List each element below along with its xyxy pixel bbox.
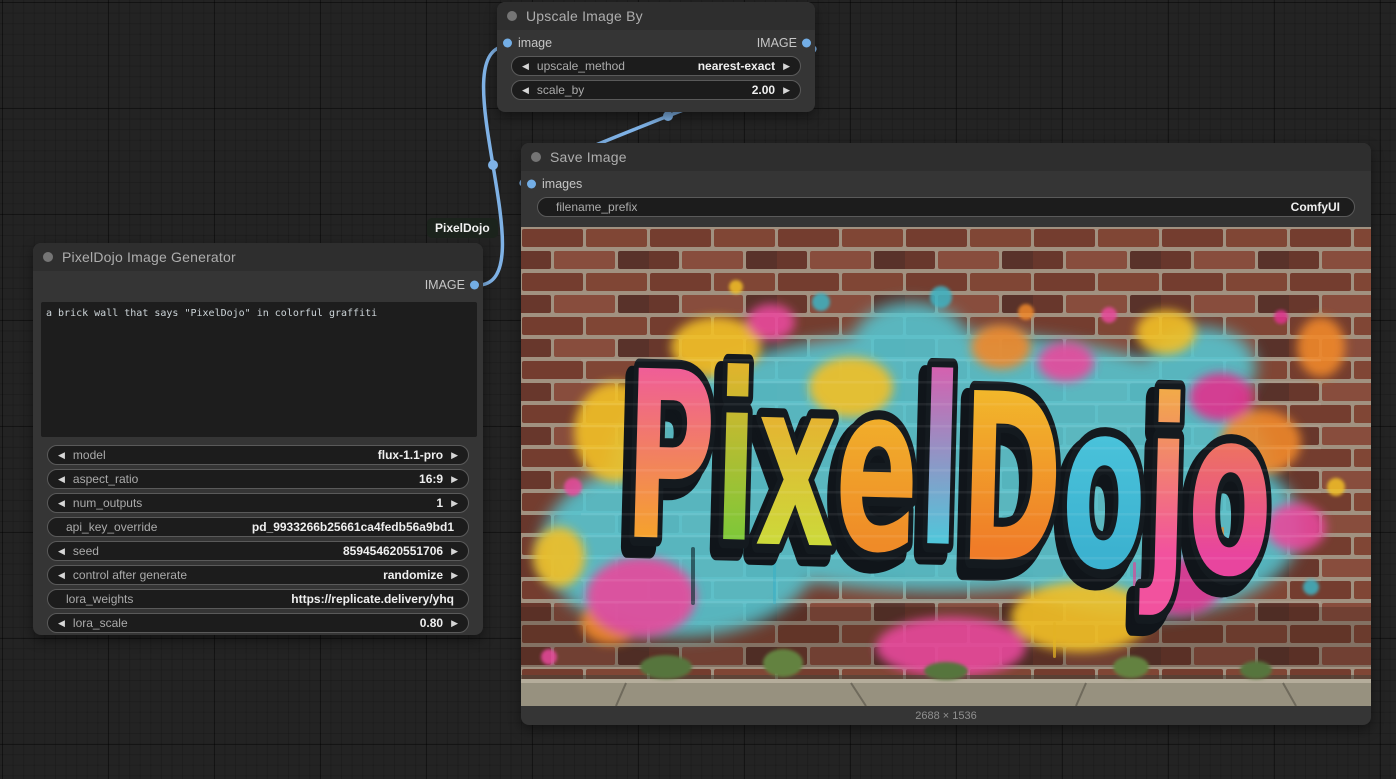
slot-row: images bbox=[521, 171, 1371, 197]
widget-seed[interactable]: ◀ seed 859454620551706 ▶ bbox=[47, 541, 469, 561]
input-slot-label: images bbox=[542, 177, 582, 191]
widget-upscale_method[interactable]: ◀ upscale_method nearest-exact ▶ bbox=[511, 56, 801, 76]
link-midpoint-dot[interactable] bbox=[488, 160, 498, 170]
increment-arrow-icon[interactable]: ▶ bbox=[449, 475, 460, 484]
output-slot-image[interactable] bbox=[470, 281, 479, 290]
widget-label: scale_by bbox=[537, 83, 746, 97]
decrement-arrow-icon[interactable]: ◀ bbox=[56, 475, 67, 484]
widget-label: upscale_method bbox=[537, 59, 692, 73]
node-title-bar[interactable]: Upscale Image By bbox=[497, 2, 815, 30]
increment-arrow-icon[interactable]: ▶ bbox=[449, 499, 460, 508]
node-upscale-image-by[interactable]: Upscale Image By image IMAGE ◀ upscale_me… bbox=[497, 2, 815, 112]
input-slot-images[interactable] bbox=[527, 180, 536, 189]
widget-list: ◀ model flux-1.1-pro ▶ ◀ aspect_ratio 16:9 ▶ ◀ nu… bbox=[33, 445, 483, 633]
widget-label: lora_weights bbox=[66, 592, 285, 606]
widget-lora_scale[interactable]: ◀ lora_scale 0.80 ▶ bbox=[47, 613, 469, 633]
node-title: Upscale Image By bbox=[526, 8, 643, 24]
slot-row: IMAGE bbox=[33, 271, 483, 299]
increment-arrow-icon[interactable]: ▶ bbox=[781, 62, 792, 71]
decrement-arrow-icon[interactable]: ◀ bbox=[56, 499, 67, 508]
image-preview[interactable]: PixelDojoPixelDojo bbox=[521, 227, 1371, 706]
widget-label: seed bbox=[73, 544, 337, 558]
widget-label: control after generate bbox=[73, 568, 377, 582]
widget-label: model bbox=[73, 448, 372, 462]
node-save-image[interactable]: Save Image images filename_prefix ComfyUI bbox=[521, 143, 1371, 725]
increment-arrow-icon[interactable]: ▶ bbox=[449, 571, 460, 580]
input-slot-image[interactable] bbox=[503, 39, 512, 48]
widget-value: flux-1.1-pro bbox=[378, 448, 443, 462]
widget-value: 0.80 bbox=[420, 616, 443, 630]
node-title-bar[interactable]: Save Image bbox=[521, 143, 1371, 171]
widget-control-after-generate[interactable]: ◀ control after generate randomize ▶ bbox=[47, 565, 469, 585]
slot-row: image IMAGE bbox=[497, 30, 815, 56]
widget-model[interactable]: ◀ model flux-1.1-pro ▶ bbox=[47, 445, 469, 465]
decrement-arrow-icon[interactable]: ◀ bbox=[56, 451, 67, 460]
widget-label: api_key_override bbox=[66, 520, 246, 534]
decrement-arrow-icon[interactable]: ◀ bbox=[56, 547, 67, 556]
node-pixeldojo-image-generator[interactable]: PixelDojo Image Generator IMAGE a brick … bbox=[33, 243, 483, 635]
node-title: PixelDojo Image Generator bbox=[62, 249, 236, 265]
increment-arrow-icon[interactable]: ▶ bbox=[781, 86, 792, 95]
graffiti-brick-wall-image: PixelDojoPixelDojo bbox=[521, 227, 1371, 706]
increment-arrow-icon[interactable]: ▶ bbox=[449, 451, 460, 460]
widget-value: https://replicate.delivery/yhq bbox=[291, 592, 454, 606]
collapse-dot-icon[interactable] bbox=[507, 11, 517, 21]
output-slot-label: IMAGE bbox=[757, 36, 797, 50]
output-slot-label: IMAGE bbox=[425, 278, 465, 292]
widget-value: ComfyUI bbox=[1291, 200, 1340, 214]
widget-value: nearest-exact bbox=[698, 59, 775, 73]
widget-value: pd_9933266b25661ca4fedb56a9bd1 bbox=[252, 520, 454, 534]
widget-filename_prefix[interactable]: filename_prefix ComfyUI bbox=[537, 197, 1355, 217]
image-resolution-caption: 2688 × 1536 bbox=[521, 706, 1371, 725]
decrement-arrow-icon[interactable]: ◀ bbox=[520, 86, 531, 95]
widget-label: filename_prefix bbox=[556, 200, 1285, 214]
widget-num_outputs[interactable]: ◀ num_outputs 1 ▶ bbox=[47, 493, 469, 513]
widget-api_key_override[interactable]: api_key_override pd_9933266b25661ca4fedb5… bbox=[47, 517, 469, 537]
widget-list: ◀ upscale_method nearest-exact ▶ ◀ scale_by 2.… bbox=[497, 56, 815, 100]
widget-lora_weights[interactable]: lora_weights https://replicate.delivery/y… bbox=[47, 589, 469, 609]
output-slot-image[interactable] bbox=[802, 39, 811, 48]
input-slot-label: image bbox=[518, 36, 552, 50]
decrement-arrow-icon[interactable]: ◀ bbox=[56, 619, 67, 628]
link-midpoint-dot[interactable] bbox=[663, 111, 673, 121]
widget-value: 16:9 bbox=[419, 472, 443, 486]
increment-arrow-icon[interactable]: ▶ bbox=[449, 547, 460, 556]
widget-label: num_outputs bbox=[73, 496, 430, 510]
increment-arrow-icon[interactable]: ▶ bbox=[449, 619, 460, 628]
node-title-bar[interactable]: PixelDojo Image Generator bbox=[33, 243, 483, 271]
widget-value: 859454620551706 bbox=[343, 544, 443, 558]
widget-label: aspect_ratio bbox=[73, 472, 413, 486]
prompt-textarea[interactable]: a brick wall that says "PixelDojo" in co… bbox=[41, 302, 477, 437]
decrement-arrow-icon[interactable]: ◀ bbox=[56, 571, 67, 580]
collapse-dot-icon[interactable] bbox=[531, 152, 541, 162]
widget-value: 2.00 bbox=[752, 83, 775, 97]
widget-value: randomize bbox=[383, 568, 443, 582]
widget-value: 1 bbox=[436, 496, 443, 510]
widget-label: lora_scale bbox=[73, 616, 414, 630]
widget-list: filename_prefix ComfyUI bbox=[521, 197, 1371, 217]
widget-scale_by[interactable]: ◀ scale_by 2.00 ▶ bbox=[511, 80, 801, 100]
node-title: Save Image bbox=[550, 149, 627, 165]
collapse-dot-icon[interactable] bbox=[43, 252, 53, 262]
widget-aspect_ratio[interactable]: ◀ aspect_ratio 16:9 ▶ bbox=[47, 469, 469, 489]
node-type-badge: PixelDojo bbox=[427, 218, 498, 238]
decrement-arrow-icon[interactable]: ◀ bbox=[520, 62, 531, 71]
